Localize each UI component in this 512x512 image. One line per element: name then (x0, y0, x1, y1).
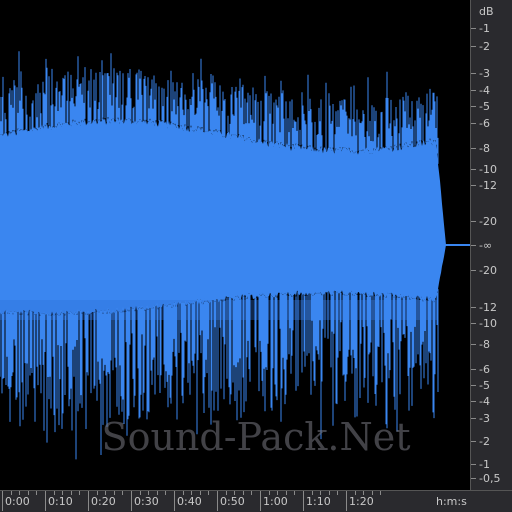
db-label: -10 (479, 163, 497, 176)
time-tick (88, 491, 89, 511)
time-minor-tick (294, 491, 296, 495)
time-label: 1:20 (349, 495, 374, 508)
db-label: -3 (479, 67, 490, 80)
db-tick (471, 307, 476, 308)
db-label: -10 (479, 317, 497, 330)
db-tick (471, 401, 476, 402)
db-label: -6 (479, 117, 490, 130)
time-minor-tick (251, 491, 253, 495)
time-minor-tick (36, 491, 38, 495)
time-unit-label: h:m:s (436, 495, 467, 508)
db-tick (471, 464, 476, 465)
time-tick (131, 491, 132, 511)
db-tick (471, 323, 476, 324)
time-label: 0:10 (48, 495, 73, 508)
db-tick (471, 90, 476, 91)
time-minor-tick (122, 491, 124, 495)
db-tick (471, 270, 476, 271)
db-label: -0,5 (479, 472, 501, 485)
time-minor-tick (380, 491, 382, 495)
waveform-display[interactable] (0, 0, 470, 490)
db-label: -∞ (479, 239, 493, 252)
db-label: -8 (479, 142, 490, 155)
db-label: -6 (479, 363, 490, 376)
db-tick (471, 418, 476, 419)
db-label: -20 (479, 264, 497, 277)
db-label: -2 (479, 40, 490, 53)
time-tick (45, 491, 46, 511)
time-scale-ruler: 0:00 0:10 0:20 0:30 0:40 0:50 1:00 1:10 1:20 h:m:… (0, 490, 512, 512)
db-tick (471, 106, 476, 107)
db-tick (471, 441, 476, 442)
time-tick (174, 491, 175, 511)
time-minor-tick (208, 491, 210, 495)
db-label: -1 (479, 458, 490, 471)
time-label: 0:00 (5, 495, 30, 508)
db-tick (471, 185, 476, 186)
db-tick (471, 221, 476, 222)
db-label: -3 (479, 412, 490, 425)
time-minor-tick (337, 491, 339, 495)
db-unit-label: dB (479, 5, 494, 18)
time-label: 0:20 (91, 495, 116, 508)
db-tick (471, 385, 476, 386)
db-tick (471, 245, 476, 246)
time-minor-tick (79, 491, 81, 495)
time-label: 0:50 (220, 495, 245, 508)
time-tick (217, 491, 218, 511)
time-tick (303, 491, 304, 511)
time-tick (346, 491, 347, 511)
db-tick (471, 369, 476, 370)
db-tick (471, 28, 476, 29)
db-label: -20 (479, 215, 497, 228)
db-tick (471, 123, 476, 124)
time-tick (260, 491, 261, 511)
db-tick (471, 478, 476, 479)
db-label: -8 (479, 338, 490, 351)
time-label: 1:00 (263, 495, 288, 508)
db-label: -1 (479, 22, 490, 35)
time-minor-tick (165, 491, 167, 495)
db-label: -5 (479, 100, 490, 113)
db-label: -5 (479, 379, 490, 392)
time-label: 1:10 (306, 495, 331, 508)
db-tick (471, 73, 476, 74)
time-tick (2, 491, 3, 511)
db-tick (471, 148, 476, 149)
db-scale-ruler: dB -1 -2 -3 -4 -5 -6 -8 -10 -12 -20 -∞ -20 -12 -10 -8 -6… (470, 0, 512, 490)
db-label: -2 (479, 435, 490, 448)
db-tick (471, 46, 476, 47)
db-label: -12 (479, 301, 497, 314)
db-tick (471, 344, 476, 345)
db-label: -4 (479, 84, 490, 97)
time-label: 0:30 (134, 495, 159, 508)
db-label: -4 (479, 395, 490, 408)
waveform-editor[interactable]: dB -1 -2 -3 -4 -5 -6 -8 -10 -12 -20 -∞ -20 -12 -10 -8 -6… (0, 0, 512, 512)
time-label: 0:40 (177, 495, 202, 508)
db-label: -12 (479, 179, 497, 192)
db-tick (471, 169, 476, 170)
